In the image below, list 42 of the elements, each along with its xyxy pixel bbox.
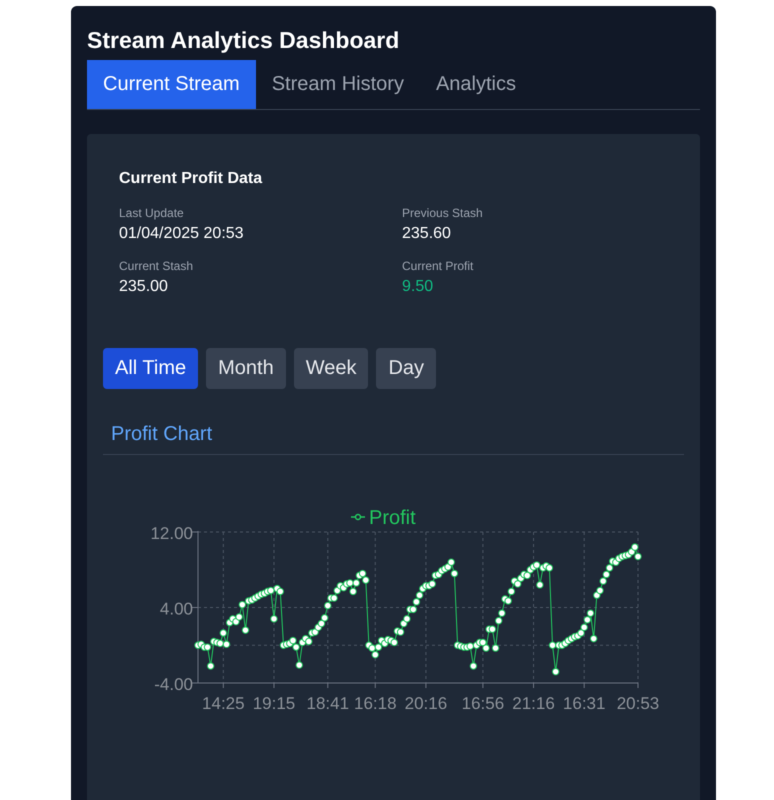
field-value: 01/04/2025 20:53: [119, 225, 245, 243]
chart-title: Profit Chart: [103, 415, 684, 455]
tab[interactable]: Analytics: [420, 60, 532, 109]
data-point: [590, 634, 598, 642]
data-point: [220, 629, 228, 637]
field-label: Last Update: [119, 206, 185, 220]
data-point: [270, 615, 278, 623]
field-label: Current Profit: [402, 259, 474, 273]
data-point: [536, 581, 544, 589]
data-point: [296, 661, 303, 669]
x-tick-label: 20:53: [616, 694, 660, 713]
legend-line-icon: [351, 514, 365, 520]
x-tick-label: 16:56: [462, 694, 504, 713]
y-tick-label: -4.00: [154, 675, 193, 694]
range-button[interactable]: Month: [206, 348, 286, 389]
field-value: 235.60: [402, 225, 452, 243]
range-button[interactable]: Week: [294, 348, 368, 389]
section-title: Current Profit Data: [119, 170, 264, 188]
y-tick-label: 12.00: [150, 524, 193, 543]
data-point: [470, 662, 478, 670]
legend-label: Profit: [369, 507, 416, 529]
field-value: 9.50: [402, 278, 434, 296]
data-point: [492, 644, 500, 652]
dashboard-title: Stream Analytics Dashboard: [87, 28, 400, 52]
x-tick-label: 19:15: [252, 694, 296, 713]
data-point: [552, 668, 560, 676]
field-value: 235.00: [119, 278, 169, 296]
range-button[interactable]: All Time: [103, 348, 198, 389]
x-tick-label: 14:25: [202, 694, 245, 713]
x-tick-label: 20:16: [404, 694, 448, 713]
range-button[interactable]: Day: [376, 348, 436, 389]
x-tick-label: 18:41: [306, 694, 350, 713]
x-tick-label: 16:31: [562, 694, 606, 713]
tab[interactable]: Current Stream: [87, 60, 256, 109]
x-tick-label: 21:16: [512, 694, 555, 713]
field-label: Previous Stash: [402, 206, 484, 220]
data-point: [206, 662, 214, 670]
tab[interactable]: Stream History: [256, 60, 420, 109]
y-tick-label: 4.00: [160, 600, 193, 618]
x-tick-label: 16:18: [354, 694, 397, 713]
field-label: Current Stash: [119, 259, 194, 273]
data-point: [242, 626, 250, 634]
